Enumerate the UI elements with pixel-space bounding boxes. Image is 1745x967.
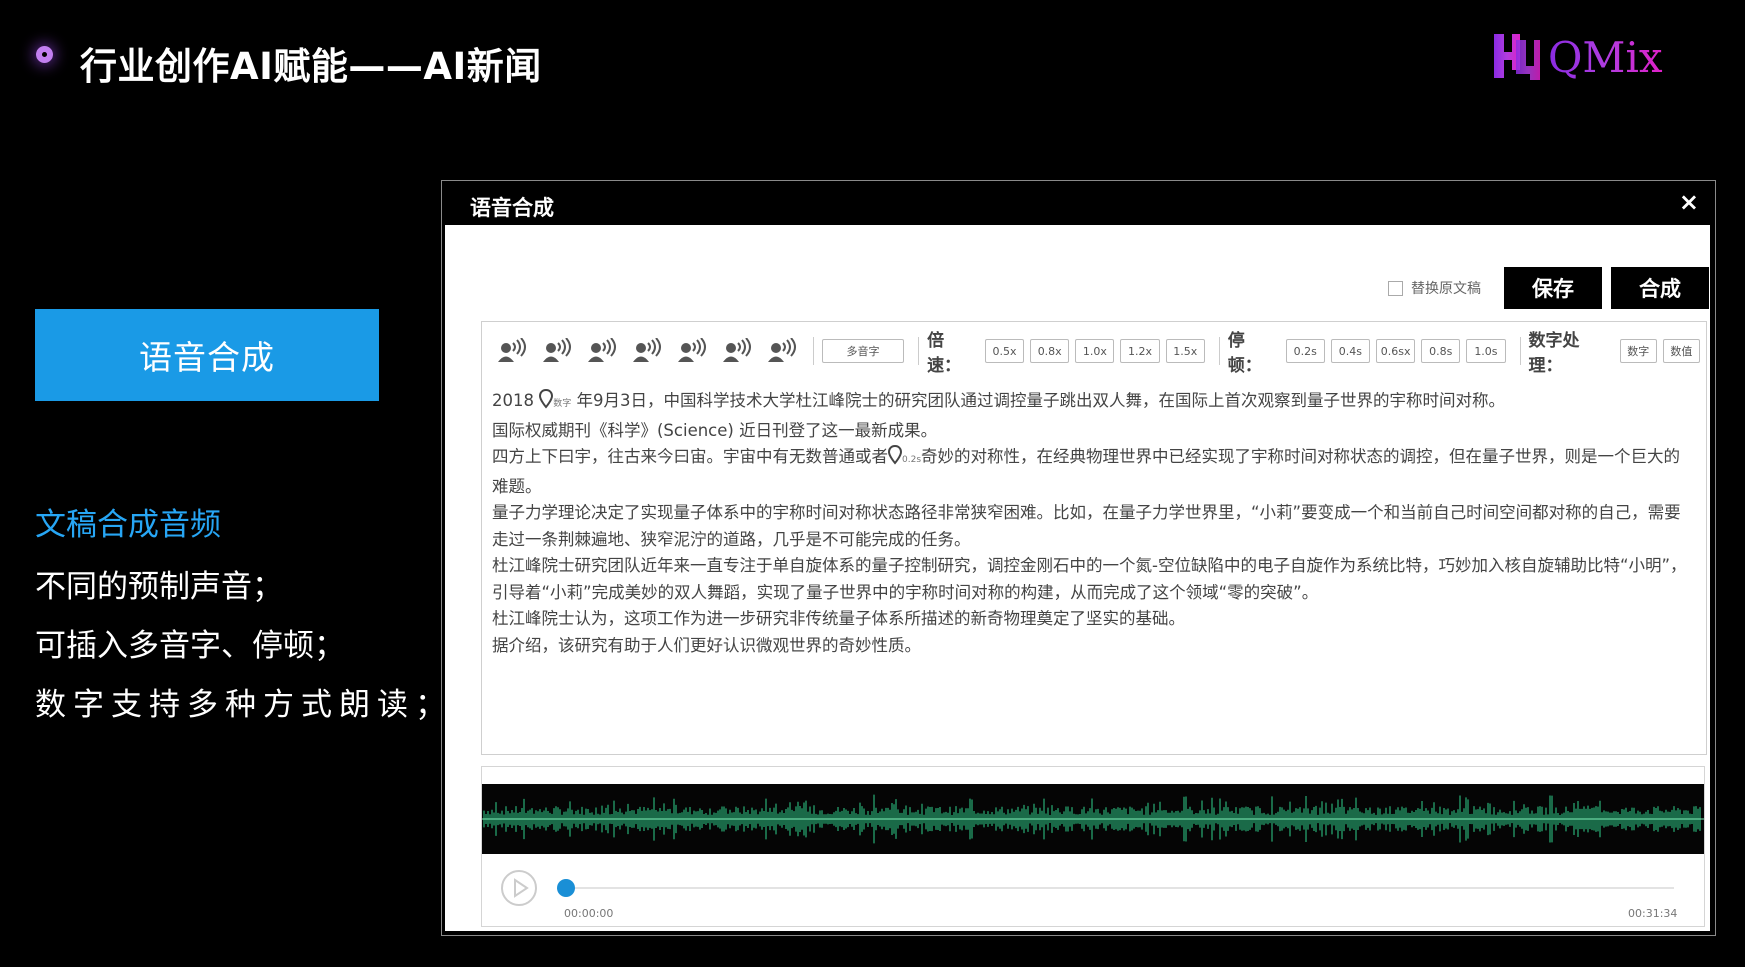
- toolbar-divider: [918, 337, 920, 365]
- paragraph: 据介绍，该研究有助于人们更好认识微观世界的奇妙性质。: [492, 635, 921, 655]
- pause-option-1.0s[interactable]: 1.0s: [1466, 339, 1506, 363]
- pin-tag: 0.2s: [902, 455, 922, 465]
- progress-track[interactable]: [564, 887, 1674, 889]
- description-line-voices: 不同的预制声音；: [35, 569, 283, 605]
- voice-5-icon[interactable]: [670, 337, 715, 365]
- pause-option-0.6s[interactable]: 0.6sx: [1376, 339, 1416, 363]
- pause-label: 停顿：: [1227, 331, 1262, 376]
- location-pin-icon[interactable]: [888, 445, 902, 465]
- toolbar-divider: [1218, 337, 1220, 365]
- voice-2-icon[interactable]: [535, 337, 580, 365]
- voice-synthesis-dialog: 语音合成 × 替换原文稿 保存 合成 多音字 倍速： 0.5x 0.8x 1.0…: [441, 180, 1716, 936]
- speed-option-1.5x[interactable]: 1.5x: [1165, 339, 1205, 363]
- svg-text:QMix: QMix: [1548, 33, 1663, 82]
- pause-option-0.4s[interactable]: 0.4s: [1330, 339, 1370, 363]
- speed-option-0.5x[interactable]: 0.5x: [984, 339, 1025, 363]
- title-bullet-icon: [36, 46, 53, 63]
- number-processing-label: 数字处理：: [1528, 331, 1580, 376]
- replace-original-checkbox[interactable]: 替换原文稿: [1388, 278, 1481, 298]
- speed-option-0.8x[interactable]: 0.8x: [1030, 339, 1070, 363]
- editor-toolbar: 多音字 倍速： 0.5x 0.8x 1.0x 1.2x 1.5x 停顿： 0.2…: [490, 331, 1706, 376]
- polyphone-button[interactable]: 多音字: [821, 339, 905, 363]
- toolbar-divider: [812, 337, 814, 365]
- pause-option-0.8s[interactable]: 0.8s: [1421, 339, 1461, 363]
- paragraph: 四方上下曰宇，往古来今曰宙。宇宙中有无数普通或者 0.2s奇妙的对称性，在经典物理…: [492, 444, 1692, 500]
- paragraph-text: 2018: [492, 391, 534, 410]
- paragraph: 国际权威期刊《科学》(Science) 近日刊登了这一最新成果。: [492, 420, 938, 440]
- paragraph: 杜江峰院士认为，这项工作为进一步研究非传统量子体系所描述的新奇物理奠定了坚实的基…: [492, 609, 1185, 628]
- toolbar-divider: [1519, 337, 1521, 365]
- description-line-pauses: 可插入多音字、停顿；: [35, 628, 345, 664]
- paragraph: 杜江峰院士研究团队近年来一直专注于单自旋体系的量子控制研究，调控金刚石中的一个氮…: [492, 556, 1687, 602]
- checkbox-icon[interactable]: [1388, 280, 1403, 296]
- save-button[interactable]: 保存: [1504, 267, 1602, 309]
- description-line-numbers: 数字支持多种方式朗读；: [35, 687, 453, 723]
- pause-option-0.2s[interactable]: 0.2s: [1285, 339, 1325, 363]
- voice-7-icon[interactable]: [760, 337, 805, 365]
- paragraph-text: 年9月3日，中国科学技术大学杜江峰院士的研究团队通过调控量子跳出双人舞，在国际上…: [576, 391, 1506, 410]
- synthesize-button[interactable]: 合成: [1611, 267, 1709, 309]
- qmix-logo: QMix: [1494, 33, 1663, 82]
- dialog-body: 替换原文稿 保存 合成 多音字 倍速： 0.5x 0.8x 1.0x 1.2x: [445, 225, 1710, 931]
- close-icon[interactable]: ×: [1679, 188, 1699, 216]
- speed-option-1.0x[interactable]: 1.0x: [1075, 339, 1115, 363]
- script-editor[interactable]: 多音字 倍速： 0.5x 0.8x 1.0x 1.2x 1.5x 停顿： 0.2…: [481, 321, 1707, 755]
- page-title: 行业创作AI赋能——AI新闻: [80, 45, 542, 88]
- voice-6-icon[interactable]: [715, 337, 760, 365]
- dialog-title: 语音合成: [470, 196, 554, 220]
- play-icon[interactable]: [500, 869, 538, 907]
- paragraph: 2018 数字 年9月3日，中国科学技术大学杜江峰院士的研究团队通过调控量子跳出…: [492, 388, 1692, 418]
- replace-original-label: 替换原文稿: [1411, 281, 1481, 297]
- location-pin-icon[interactable]: [539, 389, 554, 409]
- speed-option-1.2x[interactable]: 1.2x: [1120, 339, 1160, 363]
- progress-knob[interactable]: [557, 879, 575, 897]
- number-option-digit[interactable]: 数字: [1619, 339, 1657, 363]
- number-option-value[interactable]: 数值: [1662, 339, 1701, 363]
- description-heading: 文稿合成音频: [35, 507, 221, 543]
- script-text[interactable]: 2018 数字 年9月3日，中国科学技术大学杜江峰院士的研究团队通过调控量子跳出…: [492, 388, 1692, 659]
- speed-label: 倍速：: [927, 331, 962, 376]
- paragraph: 量子力学理论决定了实现量子体系中的宇称时间对称状态路径非常狭窄困难。比如，在量子…: [492, 503, 1681, 549]
- voice-4-icon[interactable]: [625, 337, 670, 365]
- audio-waveform: [482, 784, 1704, 854]
- audio-player: 00:00:00 00:31:34: [481, 766, 1705, 927]
- total-time: 00:31:34: [1628, 907, 1678, 920]
- voice-3-icon[interactable]: [580, 337, 625, 365]
- voice-1-icon[interactable]: [490, 337, 535, 365]
- pin-tag: 数字: [553, 399, 572, 409]
- waveform-graphic: [482, 794, 1704, 844]
- current-time: 00:00:00: [564, 907, 614, 920]
- voice-synthesis-feature-button[interactable]: 语音合成: [35, 309, 379, 401]
- paragraph-text: 四方上下曰宇，往古来今曰宙。宇宙中有无数普通或者: [492, 447, 888, 466]
